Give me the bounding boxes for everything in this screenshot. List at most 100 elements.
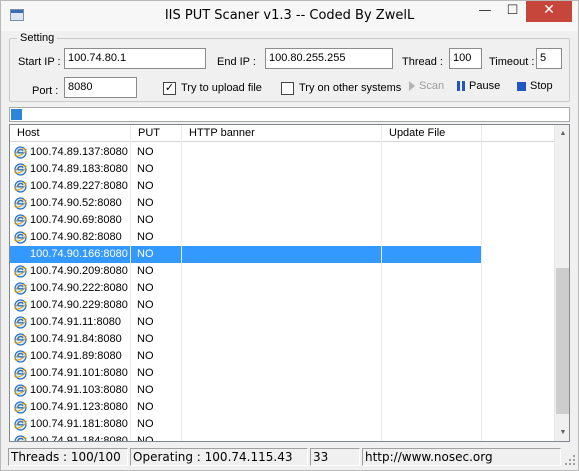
- scroll-down-arrow-icon[interactable]: ▼: [555, 424, 569, 441]
- put-cell: NO: [137, 180, 154, 192]
- put-cell: NO: [137, 214, 154, 226]
- host-cell: 100.74.91.11:8080: [30, 316, 121, 328]
- host-cell: 100.74.91.123:8080: [30, 401, 128, 413]
- host-cell: 100.74.91.101:8080: [30, 367, 128, 379]
- scroll-up-arrow-icon[interactable]: ▲: [555, 125, 569, 142]
- table-row[interactable]: 100.74.89.183:8080 NO: [10, 161, 554, 178]
- host-cell: 100.74.91.84:8080: [30, 333, 122, 345]
- http-banner-cell: [182, 399, 381, 416]
- table-row[interactable]: 100.74.90.69:8080 NO: [10, 212, 554, 229]
- table-row[interactable]: 100.74.90.222:8080 NO: [10, 280, 554, 297]
- scan-progress-bar: [9, 107, 570, 122]
- update-file-cell: [382, 195, 481, 212]
- http-banner-cell: [182, 246, 381, 263]
- thread-input[interactable]: 100: [449, 48, 482, 69]
- http-banner-cell: [182, 178, 381, 195]
- timeout-input[interactable]: 5: [536, 48, 562, 69]
- http-banner-cell: [182, 382, 381, 399]
- thread-label: Thread :: [402, 56, 443, 68]
- pause-button[interactable]: Pause: [457, 80, 500, 92]
- scan-button[interactable]: Scan: [409, 80, 444, 92]
- update-file-cell: [382, 416, 481, 433]
- table-row[interactable]: 100.74.91.84:8080 NO: [10, 331, 554, 348]
- table-row[interactable]: 100.74.91.89:8080 NO: [10, 348, 554, 365]
- update-file-cell: [382, 365, 481, 382]
- update-file-cell: [382, 212, 481, 229]
- port-input[interactable]: 8080: [64, 77, 137, 98]
- setting-legend: Setting: [17, 32, 58, 44]
- resize-grip-icon[interactable]: [564, 454, 576, 466]
- column-header-host[interactable]: Host: [10, 125, 131, 142]
- table-row[interactable]: 100.74.89.137:8080 NO: [10, 144, 554, 161]
- other-systems-checkbox-label[interactable]: Try on other systems: [299, 82, 401, 94]
- http-banner-cell: [182, 229, 381, 246]
- http-banner-cell: [182, 212, 381, 229]
- results-list[interactable]: Host PUT HTTP banner Update File 100.74.…: [9, 124, 570, 442]
- main-window: IIS PUT Scaner v1.3 -- Coded By ZwelL — …: [0, 0, 579, 471]
- update-file-cell: [382, 399, 481, 416]
- update-file-cell: [382, 331, 481, 348]
- other-systems-checkbox[interactable]: [281, 82, 294, 95]
- put-cell: NO: [137, 367, 154, 379]
- host-cell: 100.74.91.184:8080: [30, 435, 128, 442]
- column-header-put[interactable]: PUT: [131, 125, 182, 142]
- put-cell: NO: [137, 163, 154, 175]
- put-cell: NO: [137, 282, 154, 294]
- put-cell: NO: [137, 265, 154, 277]
- maximize-button[interactable]: ☐: [499, 1, 526, 22]
- update-file-cell: [382, 161, 481, 178]
- http-banner-cell: [182, 314, 381, 331]
- upload-checkbox[interactable]: ✓: [163, 82, 176, 95]
- table-row[interactable]: 100.74.90.52:8080 NO: [10, 195, 554, 212]
- put-cell: NO: [137, 435, 154, 442]
- put-cell: NO: [131, 246, 181, 263]
- host-cell: 100.74.91.181:8080: [30, 418, 128, 430]
- stop-button[interactable]: Stop: [517, 80, 553, 92]
- update-file-cell: [382, 263, 481, 280]
- table-row[interactable]: 100.74.91.101:8080 NO: [10, 365, 554, 382]
- http-banner-cell: [182, 365, 381, 382]
- column-header-filler: [482, 125, 554, 142]
- table-row[interactable]: 100.74.91.123:8080 NO: [10, 399, 554, 416]
- update-file-cell: [382, 246, 481, 263]
- start-ip-input[interactable]: 100.74.80.1: [64, 48, 206, 69]
- http-banner-cell: [182, 263, 381, 280]
- stop-icon: [517, 81, 526, 91]
- table-row[interactable]: 100.74.91.181:8080 NO: [10, 416, 554, 433]
- http-banner-cell: [182, 297, 381, 314]
- end-ip-input[interactable]: 100.80.255.255: [265, 48, 393, 69]
- column-header-http-banner[interactable]: HTTP banner: [182, 125, 382, 142]
- scrollbar-thumb[interactable]: [556, 268, 569, 414]
- table-row[interactable]: 100.74.91.184:8080 NO: [10, 433, 554, 442]
- table-row[interactable]: 100.74.91.103:8080 NO: [10, 382, 554, 399]
- host-cell: 100.74.89.183:8080: [30, 163, 128, 175]
- update-file-cell: [382, 348, 481, 365]
- play-icon: [409, 81, 415, 92]
- table-row[interactable]: 100.74.90.82:8080 NO: [10, 229, 554, 246]
- status-count: 33: [310, 448, 360, 466]
- table-row[interactable]: 100.74.90.166:8080 NO: [10, 246, 554, 263]
- close-button[interactable]: ✕: [526, 1, 572, 22]
- table-row[interactable]: 100.74.89.227:8080 NO: [10, 178, 554, 195]
- put-cell: NO: [137, 299, 154, 311]
- column-header-update-file[interactable]: Update File: [382, 125, 482, 142]
- table-row[interactable]: 100.74.91.11:8080 NO: [10, 314, 554, 331]
- pause-button-label: Pause: [469, 80, 501, 92]
- table-row[interactable]: 100.74.90.229:8080 NO: [10, 297, 554, 314]
- host-cell: 100.74.90.209:8080: [30, 265, 128, 277]
- status-threads: Threads : 100/100: [8, 448, 128, 466]
- upload-checkbox-label[interactable]: Try to upload file: [181, 82, 262, 94]
- host-cell: 100.74.90.82:8080: [30, 231, 122, 243]
- host-cell: 100.74.90.52:8080: [30, 197, 122, 209]
- port-label: Port :: [32, 85, 59, 97]
- put-cell: NO: [137, 350, 154, 362]
- timeout-label: Timeout :: [489, 56, 535, 68]
- update-file-cell: [382, 433, 481, 441]
- status-bar: Threads : 100/100 Operating : 100.74.115…: [1, 446, 578, 470]
- title-bar[interactable]: IIS PUT Scaner v1.3 -- Coded By ZwelL — …: [1, 1, 578, 31]
- scan-button-label: Scan: [419, 80, 445, 92]
- vertical-scrollbar[interactable]: ▲ ▼: [554, 125, 569, 441]
- table-row[interactable]: 100.74.90.209:8080 NO: [10, 263, 554, 280]
- minimize-button[interactable]: —: [471, 1, 499, 22]
- put-cell: NO: [137, 418, 154, 430]
